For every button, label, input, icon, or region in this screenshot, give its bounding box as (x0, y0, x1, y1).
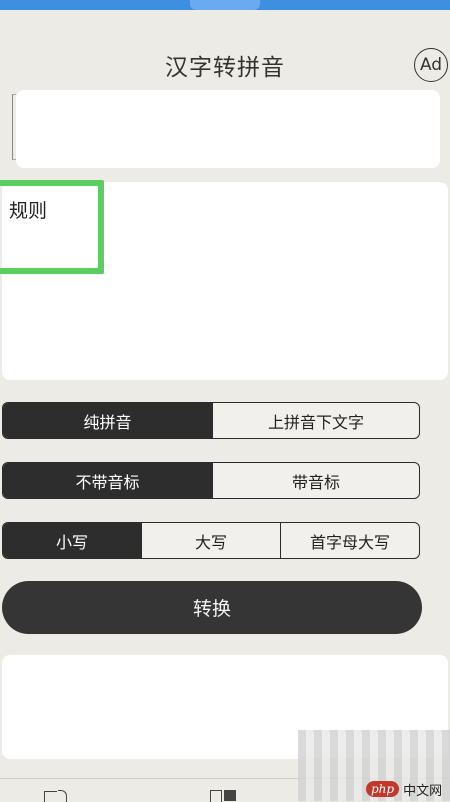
convert-button[interactable]: 转换 (2, 581, 422, 634)
watermark-logo: php (366, 781, 400, 797)
option-capitalize[interactable]: 首字母大写 (280, 523, 419, 558)
panel-tab-icon[interactable] (210, 790, 222, 802)
option-no-tone[interactable]: 不带音标 (3, 463, 212, 498)
status-bar (0, 0, 450, 10)
chinese-input-field[interactable] (16, 90, 440, 168)
page-title: 汉字转拼音 (165, 55, 285, 81)
watermark-text: 中文网 (403, 783, 443, 799)
convert-tab-icon-part (58, 790, 67, 802)
option-lowercase[interactable]: 小写 (3, 523, 141, 558)
panel-tab-icon-part (224, 790, 236, 801)
watermark: php 中文网 (366, 779, 446, 799)
option-with-tone[interactable]: 带音标 (212, 463, 419, 498)
highlight-box (0, 180, 104, 274)
ad-button[interactable]: Ad (414, 48, 448, 82)
pinyin-mode-toggle: 纯拼音 上拼音下文字 (2, 402, 420, 439)
option-uppercase[interactable]: 大写 (141, 523, 280, 558)
status-notch (190, 0, 260, 10)
case-mode-toggle: 小写 大写 首字母大写 (2, 522, 420, 559)
option-pinyin-above-text[interactable]: 上拼音下文字 (212, 403, 419, 438)
convert-tab-icon[interactable] (44, 791, 57, 802)
option-pure-pinyin[interactable]: 纯拼音 (3, 403, 212, 438)
tone-mode-toggle: 不带音标 带音标 (2, 462, 420, 499)
